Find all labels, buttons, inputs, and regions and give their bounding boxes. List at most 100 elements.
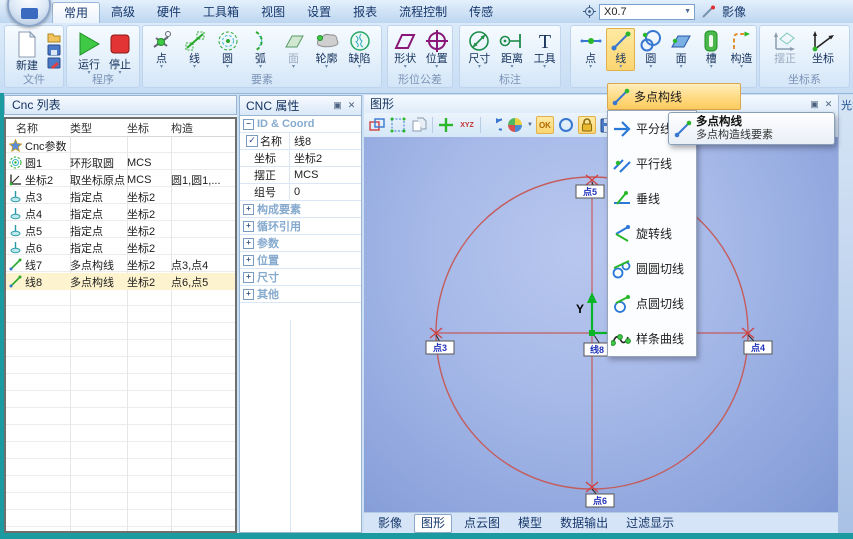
construct-circle-button[interactable]: 圆 ▾ xyxy=(636,28,665,71)
copy-view-icon[interactable] xyxy=(410,116,428,134)
property-value[interactable]: 0 xyxy=(290,186,361,198)
add-point-icon[interactable] xyxy=(437,116,455,134)
tab-toolbox[interactable]: 工具箱 xyxy=(192,2,250,23)
tab-flow-control[interactable]: 流程控制 xyxy=(388,2,458,23)
view-tab-filter-display[interactable]: 过滤显示 xyxy=(620,515,680,532)
expand-icon[interactable]: + xyxy=(243,272,254,283)
section-collapsed[interactable]: + 循环引用 xyxy=(240,218,361,235)
menu-item-circle-circle-tangent[interactable]: 圆圆切线 xyxy=(608,251,696,286)
element-line-button[interactable]: 线 ▾ xyxy=(179,28,210,71)
new-file-button[interactable]: 新建 xyxy=(9,29,45,73)
label-point5[interactable]: 点5 xyxy=(583,186,597,197)
table-row[interactable]: 坐标2 取坐标原点 MCS 圆1,圆1,... xyxy=(6,171,235,188)
label-point6[interactable]: 点6 xyxy=(593,495,607,506)
lock-toggle[interactable] xyxy=(578,116,596,134)
distance-button[interactable]: 距离 ▾ xyxy=(497,28,528,71)
element-contour-button[interactable]: 轮廓 ▾ xyxy=(311,28,342,71)
table-row[interactable]: 圆1 环形取圆 MCS xyxy=(6,154,235,171)
table-row[interactable]: 线7 多点构线 坐标2 点3,点4 xyxy=(6,256,235,273)
text-tool-button[interactable]: T 工具 ▾ xyxy=(529,28,560,71)
construct-point-button[interactable]: 点 ▾ xyxy=(576,28,605,71)
tab-home[interactable]: 常用 xyxy=(52,2,100,23)
tab-hardware[interactable]: 硬件 xyxy=(146,2,192,23)
view-tab-model[interactable]: 模型 xyxy=(512,515,548,532)
element-circle-button[interactable]: 圆 ▾ xyxy=(212,28,243,71)
menu-item-multipoint-line[interactable]: 多点构线 xyxy=(607,83,741,110)
tab-advanced[interactable]: 高级 xyxy=(100,2,146,23)
section-collapsed[interactable]: + 位置 xyxy=(240,252,361,269)
table-row[interactable]: 点4 指定点 坐标2 xyxy=(6,205,235,222)
label-line8[interactable]: 线8 xyxy=(590,344,604,355)
pin-icon[interactable]: ▣ xyxy=(332,100,343,111)
expand-icon[interactable]: + xyxy=(243,238,254,249)
construct-slot-button[interactable]: 槽 ▾ xyxy=(697,28,726,71)
run-button[interactable]: 运行 ▾ xyxy=(73,28,105,77)
property-row-group[interactable]: 组号 0 xyxy=(240,184,361,201)
close-icon[interactable]: ✕ xyxy=(823,99,834,110)
expand-icon[interactable]: + xyxy=(243,255,254,266)
tab-report[interactable]: 报表 xyxy=(342,2,388,23)
menu-item-point-circle-tangent[interactable]: 点圆切线 xyxy=(608,286,696,321)
label-point3[interactable]: 点3 xyxy=(433,342,447,353)
expand-icon[interactable]: + xyxy=(243,204,254,215)
ok-toggle[interactable]: OK xyxy=(536,116,554,134)
save-as-icon[interactable] xyxy=(47,57,61,69)
stop-button[interactable]: 停止 ▾ xyxy=(105,28,135,77)
section-collapsed[interactable]: + 参数 xyxy=(240,235,361,252)
expand-icon[interactable]: + xyxy=(243,289,254,300)
table-header-row[interactable]: 名称 类型 坐标 构造 xyxy=(6,119,235,137)
gdt-position-button[interactable]: 位置 ▾ xyxy=(422,28,453,71)
tab-view[interactable]: 视图 xyxy=(250,2,296,23)
color-wheel-icon[interactable] xyxy=(506,116,524,134)
zoom-extents-icon[interactable] xyxy=(389,116,407,134)
menu-item-rotated-line[interactable]: 旋转线 xyxy=(608,216,696,251)
graphics-canvas[interactable]: Y 点5 点3 点4 点6 线8 xyxy=(364,137,838,513)
view-tab-data-output[interactable]: 数据输出 xyxy=(554,515,614,532)
chevron-down-icon[interactable]: ▼ xyxy=(527,122,533,128)
menu-item-parallel-line[interactable]: 平行线 xyxy=(608,146,696,181)
element-defect-button[interactable]: 缺陷 ▾ xyxy=(344,28,375,71)
section-collapsed[interactable]: + 尺寸 xyxy=(240,269,361,286)
element-arc-button[interactable]: 弧 ▾ xyxy=(245,28,276,71)
expand-icon[interactable]: + xyxy=(243,221,254,232)
xyz-axes-icon[interactable]: XYZ xyxy=(458,116,476,134)
element-point-button[interactable]: 点 ▾ xyxy=(146,28,177,71)
align-button[interactable]: 摆正 xyxy=(768,28,802,66)
view-tab-image[interactable]: 影像 xyxy=(372,515,408,532)
element-plane-button[interactable]: 面 ▾ xyxy=(278,28,309,71)
view-tab-graphics[interactable]: 图形 xyxy=(414,514,452,533)
probe-pen-icon[interactable] xyxy=(701,5,716,19)
construct-misc-button[interactable]: 构造 ▾ xyxy=(727,28,756,71)
optics-collapsed-panel[interactable]: 光学 xyxy=(838,95,853,533)
view-tab-pointcloud[interactable]: 点云图 xyxy=(458,515,506,532)
tab-settings[interactable]: 设置 xyxy=(296,2,342,23)
section-collapsed[interactable]: + 构成要素 xyxy=(240,201,361,218)
gdt-form-button[interactable]: 形状 ▾ xyxy=(390,28,421,71)
checkbox-checked-icon[interactable]: ✓ xyxy=(246,135,258,147)
zoom-level-combo[interactable]: X0.7 ▼ xyxy=(599,4,695,20)
property-value[interactable]: 线8 xyxy=(290,133,361,149)
save-icon[interactable] xyxy=(47,44,61,56)
property-row-coord[interactable]: 坐标 坐标2 xyxy=(240,150,361,167)
property-row-align[interactable]: 摆正 MCS xyxy=(240,167,361,184)
open-folder-icon[interactable] xyxy=(47,31,61,43)
table-row[interactable]: 点5 指定点 坐标2 xyxy=(6,222,235,239)
tab-sensor[interactable]: 传感 xyxy=(458,2,504,23)
construct-line-button[interactable]: 线 ▾ xyxy=(606,28,635,71)
undo-view-icon[interactable] xyxy=(485,116,503,134)
label-point4[interactable]: 点4 xyxy=(751,342,765,353)
circle-display-icon[interactable] xyxy=(557,116,575,134)
section-collapsed[interactable]: + 其他 xyxy=(240,286,361,303)
chevron-down-icon[interactable]: ▼ xyxy=(684,8,694,15)
table-row-selected[interactable]: 线8 多点构线 坐标2 点6,点5 xyxy=(6,273,235,290)
close-icon[interactable]: ✕ xyxy=(346,100,357,111)
menu-item-spline-curve[interactable]: 样条曲线 xyxy=(608,321,696,356)
dimension-button[interactable]: 尺寸 ▾ xyxy=(464,28,495,71)
collapse-icon[interactable]: − xyxy=(243,119,254,130)
property-value[interactable]: MCS xyxy=(290,169,361,181)
table-row[interactable]: 点3 指定点 坐标2 xyxy=(6,188,235,205)
property-row-name[interactable]: ✓名称 线8 xyxy=(240,133,361,150)
section-id-coord[interactable]: − ID & Coord xyxy=(240,116,361,133)
coordinate-button[interactable]: 坐标 xyxy=(806,28,840,66)
table-row[interactable]: Cnc参数 xyxy=(6,137,235,154)
